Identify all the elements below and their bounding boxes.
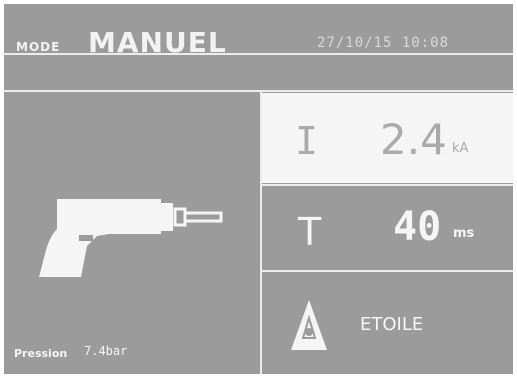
current-divider (262, 184, 513, 186)
welder-display: MODE MANUEL 27/10/15 10:08 I 2.4 kA T 40… (4, 4, 513, 374)
subheader-divider (4, 90, 513, 92)
header-divider (4, 53, 513, 55)
spot-welding-gun-icon (39, 199, 223, 277)
pressure-value: 7.4bar (84, 344, 128, 358)
time-unit: ms (453, 226, 475, 241)
mode-label: MODE (16, 40, 61, 54)
current-symbol: I (295, 119, 318, 163)
time-divider (262, 270, 513, 272)
current-panel[interactable]: I 2.4 kA (262, 93, 513, 183)
time-symbol: T (298, 210, 322, 254)
triangle-star-icon (291, 300, 327, 350)
current-unit: kA (452, 141, 469, 156)
time-value[interactable]: 40 (393, 204, 441, 250)
pressure-label: Pression (14, 347, 68, 360)
datetime: 27/10/15 10:08 (317, 35, 450, 51)
electrode-mode-label[interactable]: ETOILE (360, 314, 423, 335)
current-value: 2.4 (380, 115, 447, 164)
